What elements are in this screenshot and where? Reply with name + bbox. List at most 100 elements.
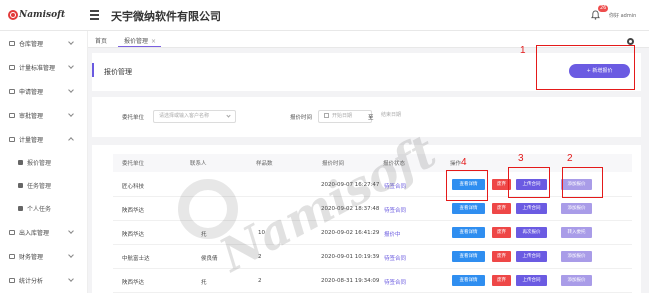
end-date-input[interactable]: 结束日期	[376, 110, 431, 123]
start-date-input[interactable]: 开始日期	[318, 110, 372, 123]
sidebar-item-statistics[interactable]: 统计分析	[0, 268, 87, 292]
sidebar-item-label: 计量管理	[19, 136, 44, 144]
logo: Namisoft	[8, 9, 65, 21]
tab-home[interactable]: 首页	[95, 36, 107, 45]
chevron-down-icon	[68, 111, 74, 117]
sidebar-item-inventory[interactable]: 出入库管理	[0, 220, 87, 244]
highlight-box-3	[508, 167, 550, 198]
sidebar-item-finance[interactable]: 财务管理	[0, 244, 87, 268]
annotation-number-2: 2	[567, 153, 573, 164]
view-details-button[interactable]: 查看详情	[452, 275, 485, 286]
cell-client: 陕西华达	[122, 208, 145, 214]
sidebar-subitem-tasks[interactable]: 任务管理	[0, 174, 87, 197]
notification-badge: 26	[598, 5, 609, 12]
discard-button[interactable]: 废弃	[492, 251, 511, 262]
watermark-logo-icon	[178, 179, 238, 239]
start-date-placeholder: 开始日期	[332, 113, 353, 119]
highlight-box-1	[536, 45, 635, 90]
cell-client: 陕西华达	[122, 280, 145, 286]
sidebar-item-applications[interactable]: 申请管理	[0, 79, 87, 103]
client-placeholder: 请选择或输入客户名称	[159, 113, 210, 119]
cell-contact: 托	[201, 280, 207, 286]
discard-button[interactable]: 废弃	[492, 227, 511, 238]
folder-icon	[9, 88, 15, 94]
status-label: 待签合同	[384, 280, 407, 286]
view-details-button[interactable]: 查看详情	[452, 227, 485, 238]
calendar-icon	[324, 113, 329, 118]
cell-time: 2020-08-31 19:34:09	[321, 278, 380, 284]
sidebar-subitem-personal-tasks[interactable]: 个人任务	[0, 197, 87, 220]
quote-action-button[interactable]: 添加报价	[561, 203, 592, 214]
highlight-box-4	[446, 170, 488, 201]
logo-text: Namisoft	[19, 10, 66, 20]
active-tab-indicator	[118, 46, 161, 47]
folder-icon	[9, 40, 15, 46]
annotation-number-1: 1	[520, 45, 526, 56]
cell-time: 2020-09-07 16:27:47	[321, 182, 380, 188]
th-client: 委托单位	[122, 161, 145, 167]
cell-count: 2	[258, 278, 262, 284]
th-status: 报价状态	[383, 161, 406, 167]
contract-button[interactable]: 上传合同	[516, 275, 547, 286]
status-label: 待签合同	[384, 256, 407, 262]
quote-action-button[interactable]: 添加报价	[561, 275, 592, 286]
chevron-down-icon	[68, 63, 74, 69]
chevron-down-icon	[68, 252, 74, 258]
tab-quotes[interactable]: 报价管理 ×	[124, 36, 156, 45]
view-details-button[interactable]: 查看详情	[452, 251, 485, 262]
sidebar-item-label: 计量标准管理	[19, 64, 56, 72]
task-icon	[18, 183, 23, 188]
sidebar-item-warehouse[interactable]: 仓库管理	[0, 31, 87, 55]
cell-count: 2	[258, 254, 262, 260]
cell-count: 10	[258, 230, 265, 236]
chevron-down-icon	[68, 87, 74, 93]
status-label: 报价中	[384, 232, 401, 238]
contract-button[interactable]: 再次报价	[516, 227, 547, 238]
sidebar-item-approvals[interactable]: 审批管理	[0, 103, 87, 127]
close-icon[interactable]: ×	[151, 38, 156, 45]
chevron-down-icon	[68, 276, 74, 282]
sidebar-item-label: 任务管理	[27, 183, 52, 190]
cell-time: 2020-09-02 16:41:29	[321, 230, 380, 236]
client-select[interactable]: 请选择或输入客户名称	[153, 110, 236, 123]
quote-action-button[interactable]: 转入委托	[561, 227, 592, 238]
folder-icon	[9, 112, 15, 118]
th-count: 样品数	[256, 161, 273, 167]
cell-contact: 侯良倩	[201, 256, 218, 262]
sidebar-item-metrology[interactable]: 计量管理	[0, 127, 87, 151]
chevron-down-icon	[226, 113, 231, 118]
sidebar-item-label: 申请管理	[19, 88, 44, 96]
end-date-placeholder: 结束日期	[381, 112, 402, 118]
gear-icon[interactable]	[627, 38, 634, 45]
sidebar-item-label: 审批管理	[19, 112, 44, 120]
logo-mark-icon	[8, 10, 18, 20]
cell-client: 匠心科技	[122, 184, 145, 190]
user-greeting[interactable]: 你好 admin	[609, 12, 636, 19]
date-separator: 至	[368, 115, 374, 121]
contract-button[interactable]: 上传合同	[516, 203, 547, 214]
cell-client: 中航富士达	[122, 256, 150, 262]
chevron-up-icon	[68, 137, 74, 143]
annotation-number-4: 4	[461, 157, 467, 168]
folder-icon	[9, 229, 15, 235]
cell-time: 2020-09-02 18:37:48	[321, 206, 380, 212]
folder-icon	[9, 136, 15, 142]
client-label: 委托单位	[122, 115, 145, 121]
chevron-down-icon	[68, 39, 74, 45]
menu-toggle-icon[interactable]	[90, 10, 99, 20]
bell-icon[interactable]	[591, 10, 600, 20]
quote-action-button[interactable]: 添加报价	[561, 251, 592, 262]
th-contact: 联系人	[190, 161, 207, 167]
view-details-button[interactable]: 查看详情	[452, 203, 485, 214]
sidebar-item-label: 统计分析	[19, 277, 44, 285]
sidebar-subitem-quotes[interactable]: 报价管理	[0, 151, 87, 174]
folder-icon	[9, 277, 15, 283]
discard-button[interactable]: 废弃	[492, 275, 511, 286]
title-accent	[92, 63, 94, 77]
sidebar: 仓库管理 计量标准管理 申请管理 审批管理 计量管理 报价管理 任务管理 个人任…	[0, 31, 88, 293]
contract-button[interactable]: 上传合同	[516, 251, 547, 262]
sidebar-item-standards[interactable]: 计量标准管理	[0, 55, 87, 79]
quote-icon	[18, 160, 23, 165]
company-name: 天宇微纳软件有限公司	[111, 10, 221, 23]
discard-button[interactable]: 废弃	[492, 203, 511, 214]
